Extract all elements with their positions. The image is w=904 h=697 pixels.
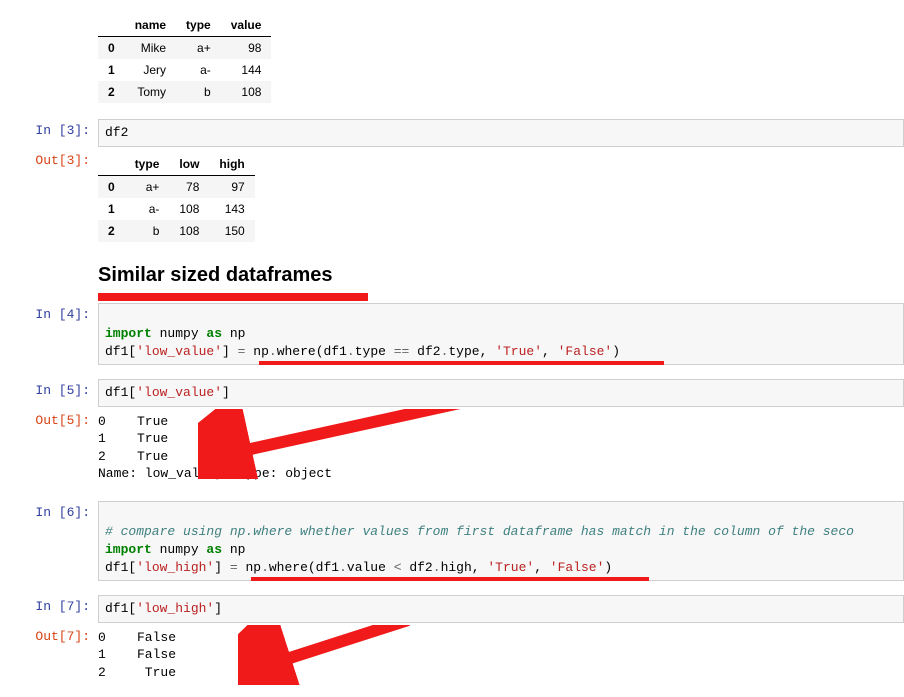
prompt-out-7: Out[7]:	[0, 625, 98, 644]
output-7: 0 False 1 False 2 True	[98, 625, 904, 686]
prompt-in-6: In [6]:	[0, 501, 98, 520]
code-cell-3[interactable]: df2	[98, 119, 904, 147]
prompt-in-5: In [5]:	[0, 379, 98, 398]
section-heading: Similar sized dataframes	[98, 264, 333, 287]
output-5: 0 True 1 True 2 True Name: low_value, dt…	[98, 409, 904, 487]
table-row: 2Tomyb108	[98, 81, 271, 103]
table-row: 1a-108143	[98, 198, 255, 220]
prompt-out-3: Out[3]:	[0, 149, 98, 168]
table-row: 2b108150	[98, 220, 255, 242]
table-header: name	[125, 14, 176, 37]
code-cell-4[interactable]: import numpy as np df1['low_value'] = np…	[98, 303, 904, 366]
annotation-underline-cell4	[259, 361, 664, 365]
table-header	[98, 153, 125, 176]
table-row: 0a+7897	[98, 175, 255, 198]
table-row: 1Jerya-144	[98, 59, 271, 81]
prompt-in-7: In [7]:	[0, 595, 98, 614]
table-header: value	[221, 14, 272, 37]
annotation-underline-cell6	[251, 577, 649, 581]
table-header	[98, 14, 125, 37]
code-text: df2	[105, 125, 128, 140]
table-row: 0Mikea+98	[98, 37, 271, 60]
df2-table: typelowhigh 0a+78971a-1081432b108150	[98, 153, 255, 242]
annotation-underline-heading	[98, 293, 368, 301]
prompt-in-3: In [3]:	[0, 119, 98, 138]
code-cell-7[interactable]: df1['low_high']	[98, 595, 904, 623]
code-cell-5[interactable]: df1['low_value']	[98, 379, 904, 407]
table-header: type	[125, 153, 170, 176]
prompt-in-4: In [4]:	[0, 303, 98, 322]
table-header: type	[176, 14, 221, 37]
code-cell-6[interactable]: # compare using np.where whether values …	[98, 501, 904, 581]
prompt-out-5: Out[5]:	[0, 409, 98, 428]
prompt-output-2	[0, 10, 98, 14]
df1-table: nametypevalue 0Mikea+981Jerya-1442Tomyb1…	[98, 14, 271, 103]
table-header: high	[209, 153, 254, 176]
table-header: low	[169, 153, 209, 176]
